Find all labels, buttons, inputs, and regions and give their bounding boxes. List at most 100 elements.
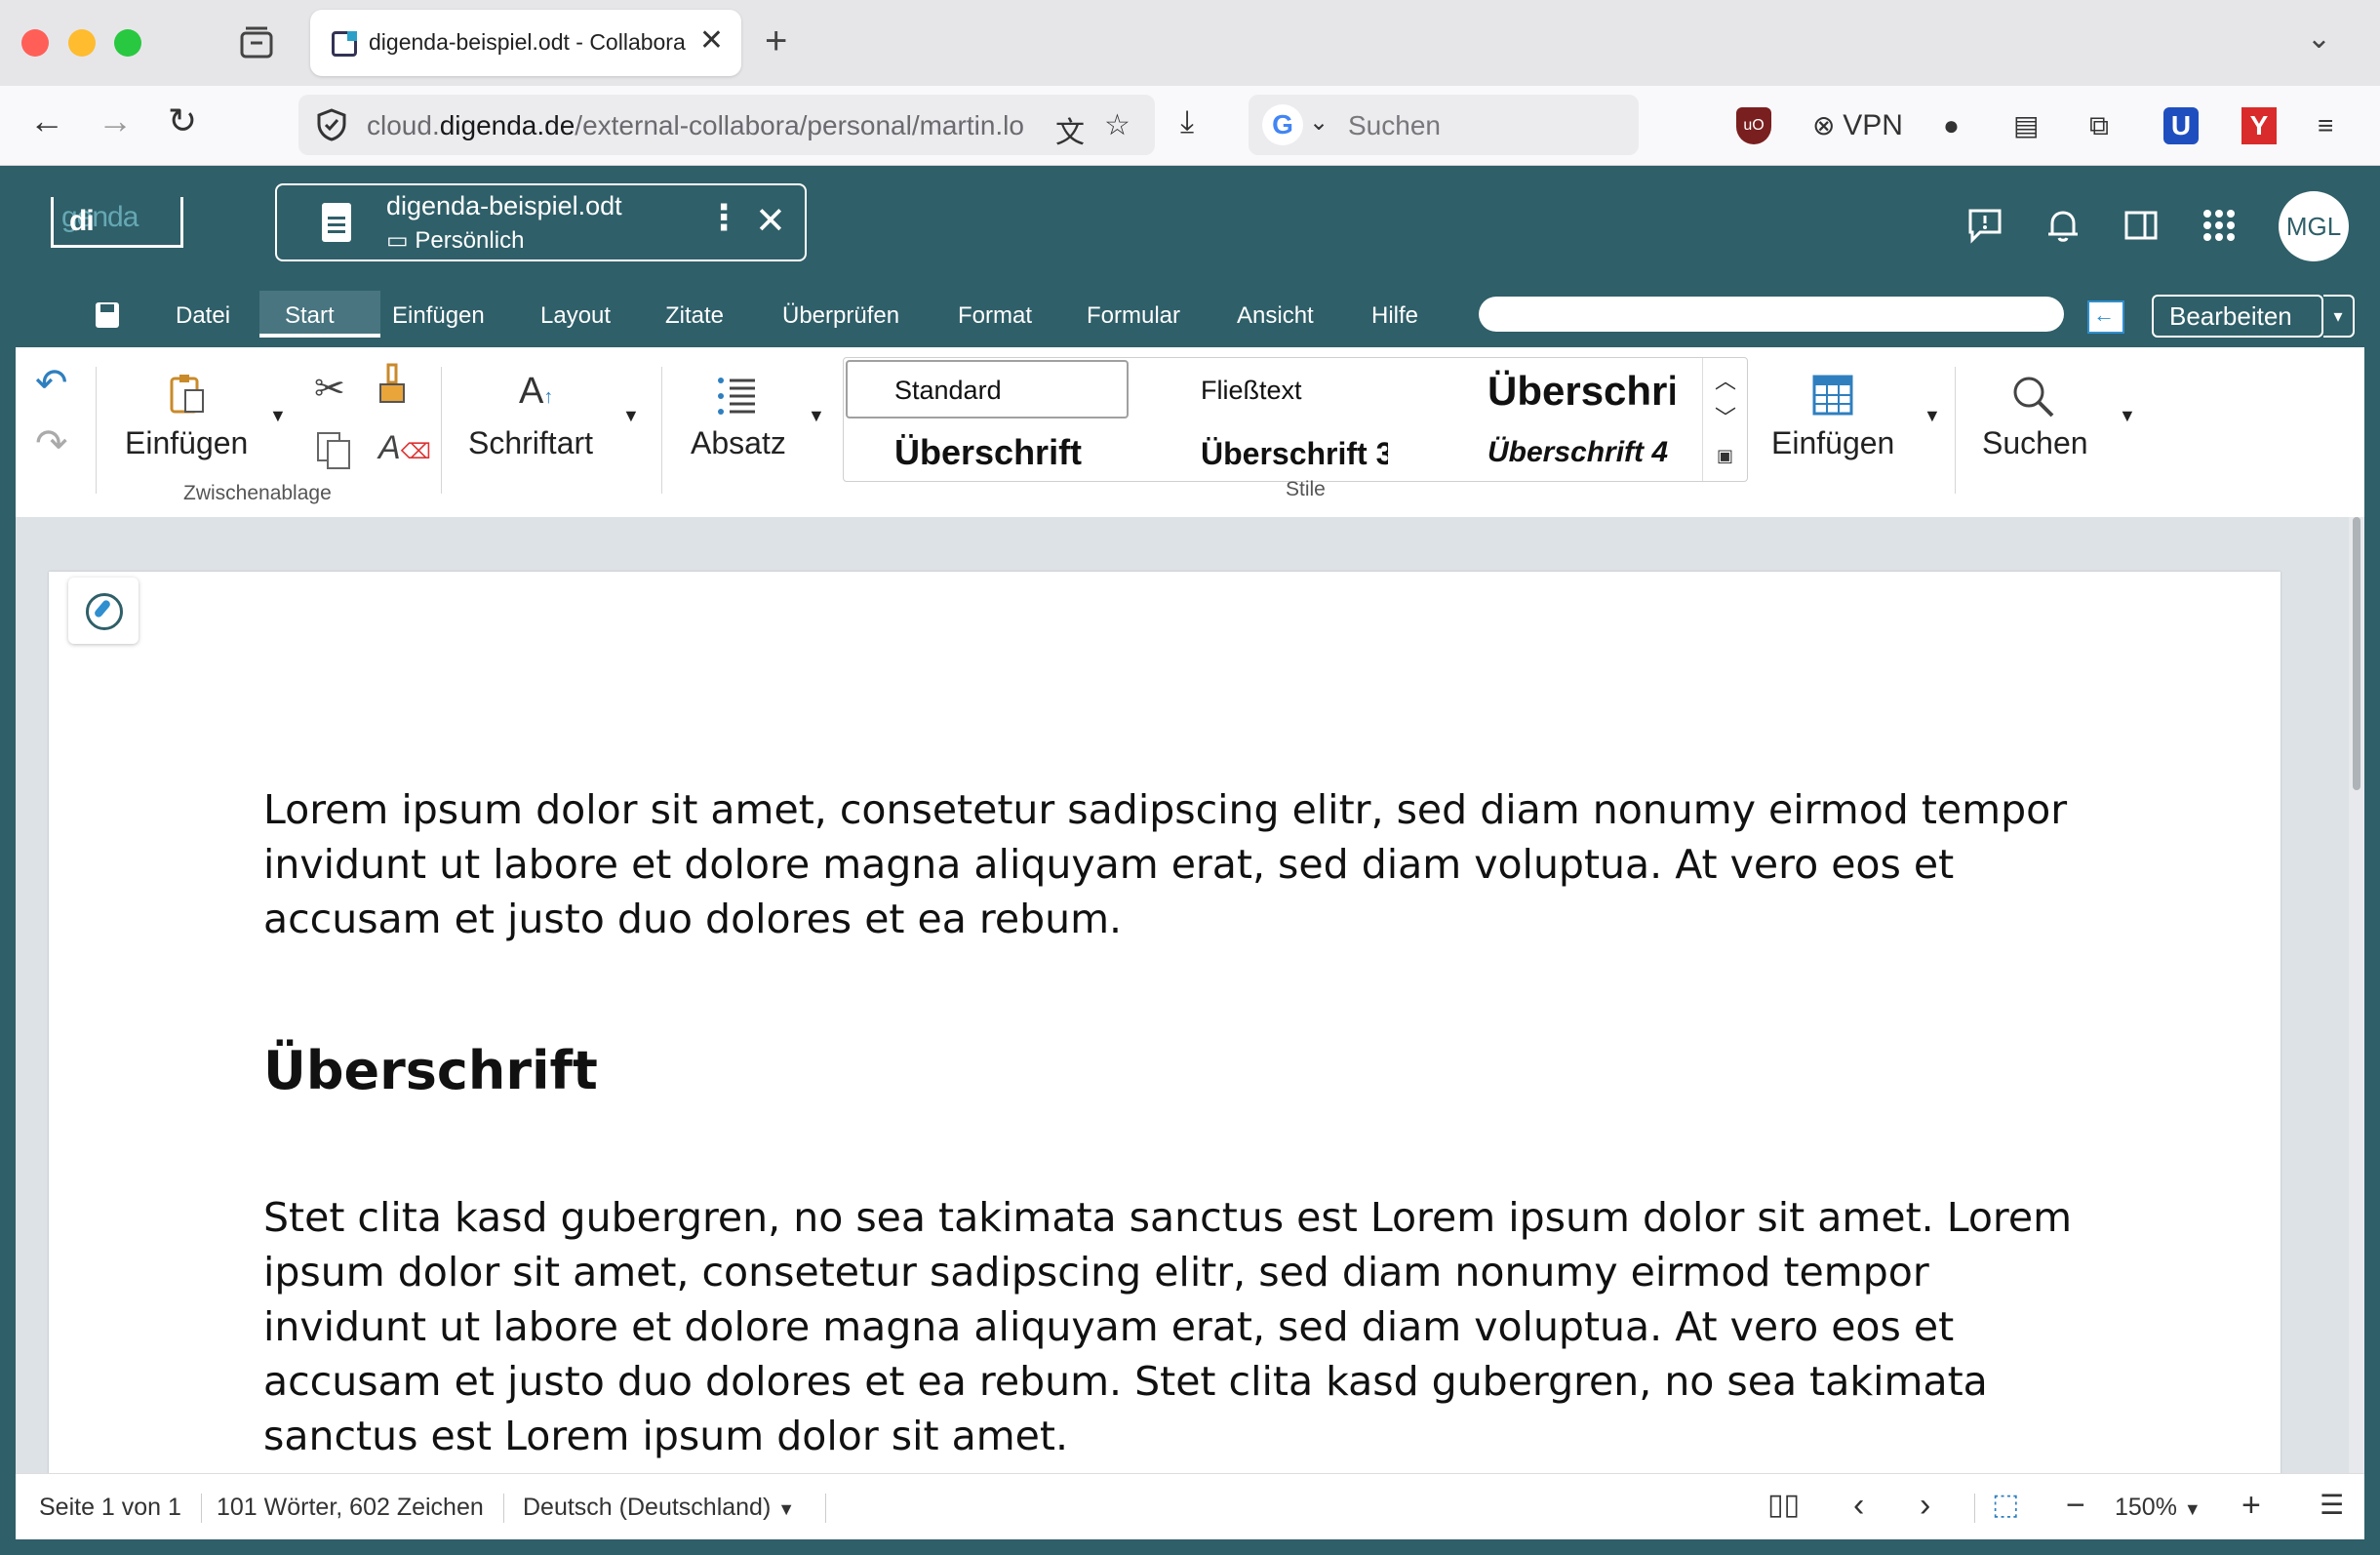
menu-einfuegen[interactable]: Einfügen	[392, 302, 485, 330]
download-icon[interactable]: ⤓	[1180, 103, 1194, 140]
close-icon[interactable]: ✕	[755, 199, 786, 243]
cut-scissors-icon[interactable]: ✂	[314, 367, 345, 411]
chevron-down-icon[interactable]: ﹀	[1715, 401, 1736, 432]
vertical-scrollbar[interactable]	[2349, 517, 2364, 1473]
table-icon[interactable]	[1812, 375, 1853, 420]
paste-caret-icon[interactable]: ▼	[269, 406, 287, 426]
paragraph-label[interactable]: Absatz	[691, 425, 786, 461]
search-engine-box[interactable]: G ⌄ Suchen	[1249, 95, 1639, 155]
word-count[interactable]: 101 Wörter, 602 Zeichen	[217, 1494, 484, 1522]
style-ueberschrift-1[interactable]: Überschrift	[1488, 368, 1675, 415]
style-ueberschrift-2[interactable]: Überschrift	[894, 432, 1084, 473]
vpn-button[interactable]: ⊗ VPN	[1812, 107, 1903, 144]
back-arrow-icon[interactable]: ←	[29, 101, 64, 140]
format-paintbrush-icon[interactable]	[377, 363, 408, 411]
window-zoom-button[interactable]	[114, 29, 141, 57]
reload-icon[interactable]: ↻	[168, 101, 197, 140]
zoom-in-icon[interactable]: +	[2241, 1486, 2261, 1525]
shield-icon[interactable]	[316, 108, 347, 141]
menu-ueberpruefen[interactable]: Überprüfen	[782, 302, 899, 330]
menu-datei[interactable]: Datei	[176, 302, 230, 330]
sidebar-toggle-icon[interactable]	[2087, 300, 2124, 334]
chevron-up-icon[interactable]: ︿	[1715, 364, 1736, 395]
tab-overview-icon[interactable]	[238, 25, 275, 60]
language-selector[interactable]: Deutsch (Deutschland) ▼	[523, 1494, 795, 1522]
new-tab-button[interactable]: +	[765, 20, 787, 62]
edit-mode-button[interactable]: Bearbeiten	[2152, 295, 2323, 338]
zoom-out-icon[interactable]: −	[2066, 1486, 2085, 1525]
account-icon[interactable]: ●	[1943, 107, 1960, 144]
document-paragraph-2[interactable]: Stet clita kasd gubergren, no sea takima…	[263, 1190, 2097, 1463]
redo-icon[interactable]: ↷	[35, 421, 68, 466]
sidebar-list-icon[interactable]: ☰	[2320, 1486, 2344, 1525]
google-icon[interactable]: G	[1262, 104, 1303, 145]
chevron-down-icon[interactable]: ⌄	[1309, 108, 1329, 137]
search-label[interactable]: Suchen	[1982, 425, 2088, 461]
font-icon[interactable]: A↑	[519, 371, 553, 413]
reader-view-icon[interactable]: ▤	[2013, 107, 2039, 144]
menu-zitate[interactable]: Zitate	[665, 302, 724, 330]
menu-start[interactable]: Start	[285, 302, 335, 330]
paste-clipboard-icon[interactable]	[168, 373, 207, 420]
menu-hilfe[interactable]: Hilfe	[1371, 302, 1418, 330]
copy-icon[interactable]	[314, 429, 353, 477]
edit-mode-caret-icon[interactable]: ▾	[2323, 295, 2355, 338]
paragraph-caret-icon[interactable]: ▼	[808, 406, 825, 426]
clear-formatting-icon[interactable]: A⌫	[378, 429, 431, 467]
bookmark-star-icon[interactable]: ☆	[1104, 108, 1130, 142]
page-indicator[interactable]: Seite 1 von 1	[39, 1494, 181, 1522]
tab-close-icon[interactable]: ✕	[699, 25, 724, 57]
feedback-icon[interactable]	[1966, 207, 2003, 252]
insert-caret-icon[interactable]: ▼	[1924, 406, 1941, 426]
undo-icon[interactable]: ↶	[35, 361, 68, 406]
window-close-button[interactable]	[21, 29, 49, 57]
sidebar-icon[interactable]	[2122, 207, 2160, 252]
forward-arrow-icon[interactable]: →	[98, 101, 133, 140]
style-ueberschrift-3[interactable]: Überschrift 3	[1201, 436, 1388, 472]
search-input[interactable]: Suchen	[1348, 110, 1441, 141]
paste-label[interactable]: Einfügen	[125, 425, 248, 461]
yandex-icon[interactable]: Y	[2241, 107, 2277, 144]
style-standard[interactable]: Standard	[894, 376, 1109, 406]
more-options-icon[interactable]: ⋮	[706, 197, 741, 238]
search-icon[interactable]	[2011, 375, 2056, 424]
browser-tab-active[interactable]: digenda-beispiel.odt - Collabora ✕	[310, 10, 741, 76]
fit-width-icon[interactable]: ⬚	[1992, 1486, 2019, 1525]
document-canvas[interactable]: Lorem ipsum dolor sit amet, consetetur s…	[16, 517, 2349, 1508]
window-minimize-button[interactable]	[68, 29, 96, 57]
notifications-bell-icon[interactable]	[2044, 207, 2082, 252]
styles-expand-icon[interactable]: ▣	[1717, 446, 1733, 466]
tab-list-chevron-icon[interactable]: ⌄	[2307, 21, 2331, 56]
translate-icon[interactable]: 文	[1055, 108, 1085, 151]
scrollbar-thumb[interactable]	[2353, 517, 2360, 790]
search-caret-icon[interactable]: ▼	[2119, 406, 2136, 426]
menu-format[interactable]: Format	[958, 302, 1032, 330]
font-label[interactable]: Schriftart	[468, 425, 593, 461]
multi-page-view-icon[interactable]: ▯▯	[1767, 1486, 1800, 1525]
document-heading[interactable]: Überschrift	[263, 1040, 598, 1101]
document-paragraph-1[interactable]: Lorem ipsum dolor sit amet, consetetur s…	[263, 782, 2097, 946]
zoom-level[interactable]: 150% ▼	[2115, 1494, 2202, 1522]
save-icon[interactable]	[96, 302, 119, 328]
paragraph-list-icon[interactable]	[716, 375, 757, 422]
document-page[interactable]: Lorem ipsum dolor sit amet, consetetur s…	[49, 572, 2281, 1508]
menu-hamburger-icon[interactable]: ≡	[2318, 107, 2333, 144]
font-caret-icon[interactable]: ▼	[622, 406, 640, 426]
next-page-icon[interactable]: ›	[1920, 1486, 1930, 1525]
ublock-icon[interactable]: uO	[1736, 107, 1771, 144]
url-bar[interactable]: cloud.digenda.de/external-collabora/pers…	[298, 95, 1155, 155]
extensions-puzzle-icon[interactable]: ⧉	[2089, 107, 2109, 144]
avatar[interactable]: MGL	[2279, 191, 2349, 261]
apps-grid-icon[interactable]	[2201, 207, 2238, 252]
previous-page-icon[interactable]: ‹	[1853, 1486, 1864, 1525]
bitwarden-icon[interactable]: U	[2163, 107, 2199, 144]
menu-ansicht[interactable]: Ansicht	[1237, 302, 1314, 330]
insert-label[interactable]: Einfügen	[1771, 425, 1894, 461]
style-fliesstext[interactable]: Fließtext	[1201, 376, 1415, 406]
digenda-logo[interactable]: di genda	[51, 197, 183, 248]
style-ueberschrift-4[interactable]: Überschrift 4	[1488, 436, 1683, 469]
menu-formular[interactable]: Formular	[1087, 302, 1180, 330]
menu-search-input[interactable]	[1479, 297, 2064, 332]
compass-navigator-icon[interactable]	[68, 578, 139, 644]
menu-layout[interactable]: Layout	[540, 302, 611, 330]
